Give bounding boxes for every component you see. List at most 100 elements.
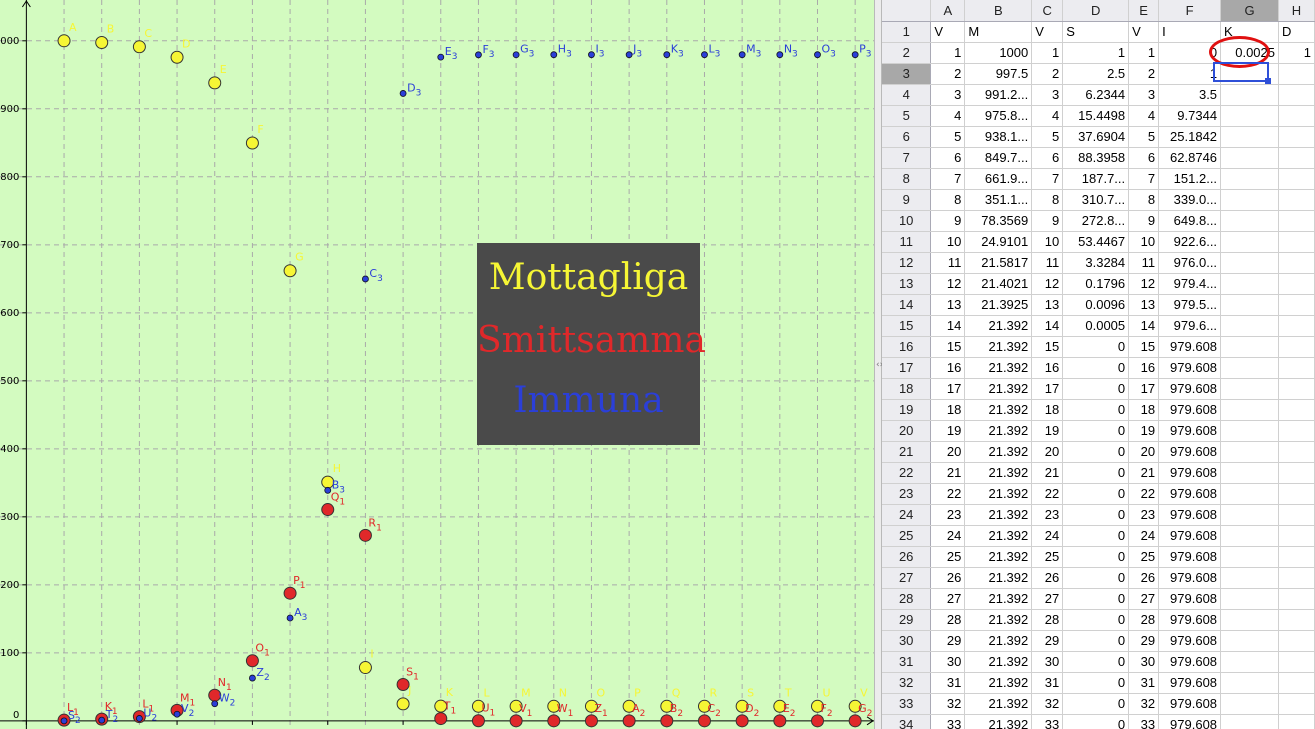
cell-c1[interactable]: V <box>1031 21 1064 43</box>
cell-g19[interactable] <box>1220 399 1279 421</box>
cell-g18[interactable] <box>1220 378 1279 400</box>
cell-d8[interactable]: 187.7... <box>1062 168 1130 190</box>
cell-d13[interactable]: 0.1796 <box>1062 273 1130 295</box>
cell-d6[interactable]: 37.6904 <box>1062 126 1130 148</box>
cell-a32[interactable]: 31 <box>930 672 966 694</box>
row-header[interactable]: 30 <box>882 630 932 652</box>
cell-a5[interactable]: 4 <box>930 105 966 127</box>
cell-g17[interactable] <box>1220 357 1279 379</box>
cell-c12[interactable]: 11 <box>1031 252 1064 274</box>
point-immune[interactable] <box>135 715 143 722</box>
row-header[interactable]: 7 <box>882 147 932 169</box>
point-infected[interactable] <box>245 654 259 668</box>
cell-h12[interactable] <box>1278 252 1315 274</box>
cell-c13[interactable]: 12 <box>1031 273 1064 295</box>
cell-d29[interactable]: 0 <box>1062 609 1130 631</box>
cell-a15[interactable]: 14 <box>930 315 966 337</box>
cell-h25[interactable] <box>1278 525 1315 547</box>
cell-f9[interactable]: 339.0... <box>1158 189 1222 211</box>
row-header[interactable]: 32 <box>882 672 932 694</box>
row-header[interactable]: 9 <box>882 189 932 211</box>
cell-e12[interactable]: 11 <box>1128 252 1160 274</box>
cell-g29[interactable] <box>1220 609 1279 631</box>
cell-a8[interactable]: 7 <box>930 168 966 190</box>
point-immune[interactable] <box>663 51 671 59</box>
point-immune[interactable] <box>211 700 219 708</box>
cell-e15[interactable]: 14 <box>1128 315 1160 337</box>
row-header[interactable]: 33 <box>882 693 932 715</box>
cell-d33[interactable]: 0 <box>1062 693 1130 715</box>
cell-e22[interactable]: 21 <box>1128 462 1160 484</box>
cell-c23[interactable]: 22 <box>1031 483 1064 505</box>
cell-g1[interactable]: K <box>1220 21 1279 43</box>
scatter-plot[interactable]: 0246810121416182022010020030040050060070… <box>0 0 874 729</box>
point-infected[interactable] <box>321 503 335 517</box>
cell-e8[interactable]: 7 <box>1128 168 1160 190</box>
cell-c9[interactable]: 8 <box>1031 189 1064 211</box>
point-immune[interactable] <box>588 51 595 59</box>
point-susceptible[interactable] <box>132 40 146 54</box>
cell-g31[interactable] <box>1220 651 1279 673</box>
cell-b1[interactable]: M <box>964 21 1033 43</box>
point-immune[interactable] <box>60 717 68 725</box>
cell-d22[interactable]: 0 <box>1062 462 1130 484</box>
point-infected[interactable] <box>509 714 523 728</box>
cell-e19[interactable]: 18 <box>1128 399 1160 421</box>
row-header[interactable]: 29 <box>882 609 932 631</box>
row-header[interactable]: 20 <box>882 420 932 442</box>
cell-c2[interactable]: 1 <box>1031 42 1064 64</box>
cell-f4[interactable]: 3.5 <box>1158 84 1222 106</box>
cell-g14[interactable] <box>1220 294 1279 316</box>
cell-d14[interactable]: 0.0096 <box>1062 294 1130 316</box>
cell-d24[interactable]: 0 <box>1062 504 1130 526</box>
row-header[interactable]: 34 <box>882 714 932 729</box>
cell-f2[interactable]: 0 <box>1158 42 1222 64</box>
cell-c3[interactable]: 2 <box>1031 63 1064 85</box>
column-header-f[interactable]: F <box>1158 0 1222 22</box>
cell-a34[interactable]: 33 <box>930 714 966 729</box>
cell-a14[interactable]: 13 <box>930 294 966 316</box>
point-immune[interactable] <box>399 90 407 97</box>
cell-d18[interactable]: 0 <box>1062 378 1130 400</box>
cell-d16[interactable]: 0 <box>1062 336 1130 358</box>
cell-b10[interactable]: 78.3569 <box>964 210 1033 232</box>
cell-e31[interactable]: 30 <box>1128 651 1160 673</box>
column-header-e[interactable]: E <box>1128 0 1160 22</box>
cell-h5[interactable] <box>1278 105 1315 127</box>
spreadsheet-view[interactable]: A B C D E F G H 1 V M V S V I K D 2 1 1000 1 1 1 0 0.0025 1 3 2 997.… <box>882 0 1315 729</box>
cell-b4[interactable]: 991.2... <box>964 84 1033 106</box>
point-immune[interactable] <box>851 51 859 59</box>
cell-d21[interactable]: 0 <box>1062 441 1130 463</box>
row-header[interactable]: 5 <box>882 105 932 127</box>
cell-f1[interactable]: I <box>1158 21 1222 43</box>
cell-f18[interactable]: 979.608 <box>1158 378 1222 400</box>
point-susceptible[interactable] <box>170 50 184 64</box>
cell-b7[interactable]: 849.7... <box>964 147 1033 169</box>
point-immune[interactable] <box>814 51 821 59</box>
row-header[interactable]: 23 <box>882 483 932 505</box>
row-header[interactable]: 25 <box>882 525 932 547</box>
cell-f7[interactable]: 62.8746 <box>1158 147 1222 169</box>
cell-h6[interactable] <box>1278 126 1315 148</box>
fill-handle[interactable] <box>1265 78 1271 84</box>
point-immune[interactable] <box>437 53 445 61</box>
cell-f25[interactable]: 979.608 <box>1158 525 1222 547</box>
cell-c8[interactable]: 7 <box>1031 168 1064 190</box>
cell-e2[interactable]: 1 <box>1128 42 1160 64</box>
cell-d30[interactable]: 0 <box>1062 630 1130 652</box>
cell-f31[interactable]: 979.608 <box>1158 651 1222 673</box>
cell-c31[interactable]: 30 <box>1031 651 1064 673</box>
cell-g15[interactable] <box>1220 315 1279 337</box>
cell-e34[interactable]: 33 <box>1128 714 1160 729</box>
cell-e28[interactable]: 27 <box>1128 588 1160 610</box>
point-immune[interactable] <box>324 486 332 494</box>
cell-f16[interactable]: 979.608 <box>1158 336 1222 358</box>
cell-b23[interactable]: 21.392 <box>964 483 1033 505</box>
point-immune[interactable] <box>98 716 106 724</box>
cell-g30[interactable] <box>1220 630 1279 652</box>
cell-f28[interactable]: 979.608 <box>1158 588 1222 610</box>
cell-f29[interactable]: 979.608 <box>1158 609 1222 631</box>
cell-b6[interactable]: 938.1... <box>964 126 1033 148</box>
cell-g24[interactable] <box>1220 504 1279 526</box>
point-immune[interactable] <box>362 275 369 283</box>
